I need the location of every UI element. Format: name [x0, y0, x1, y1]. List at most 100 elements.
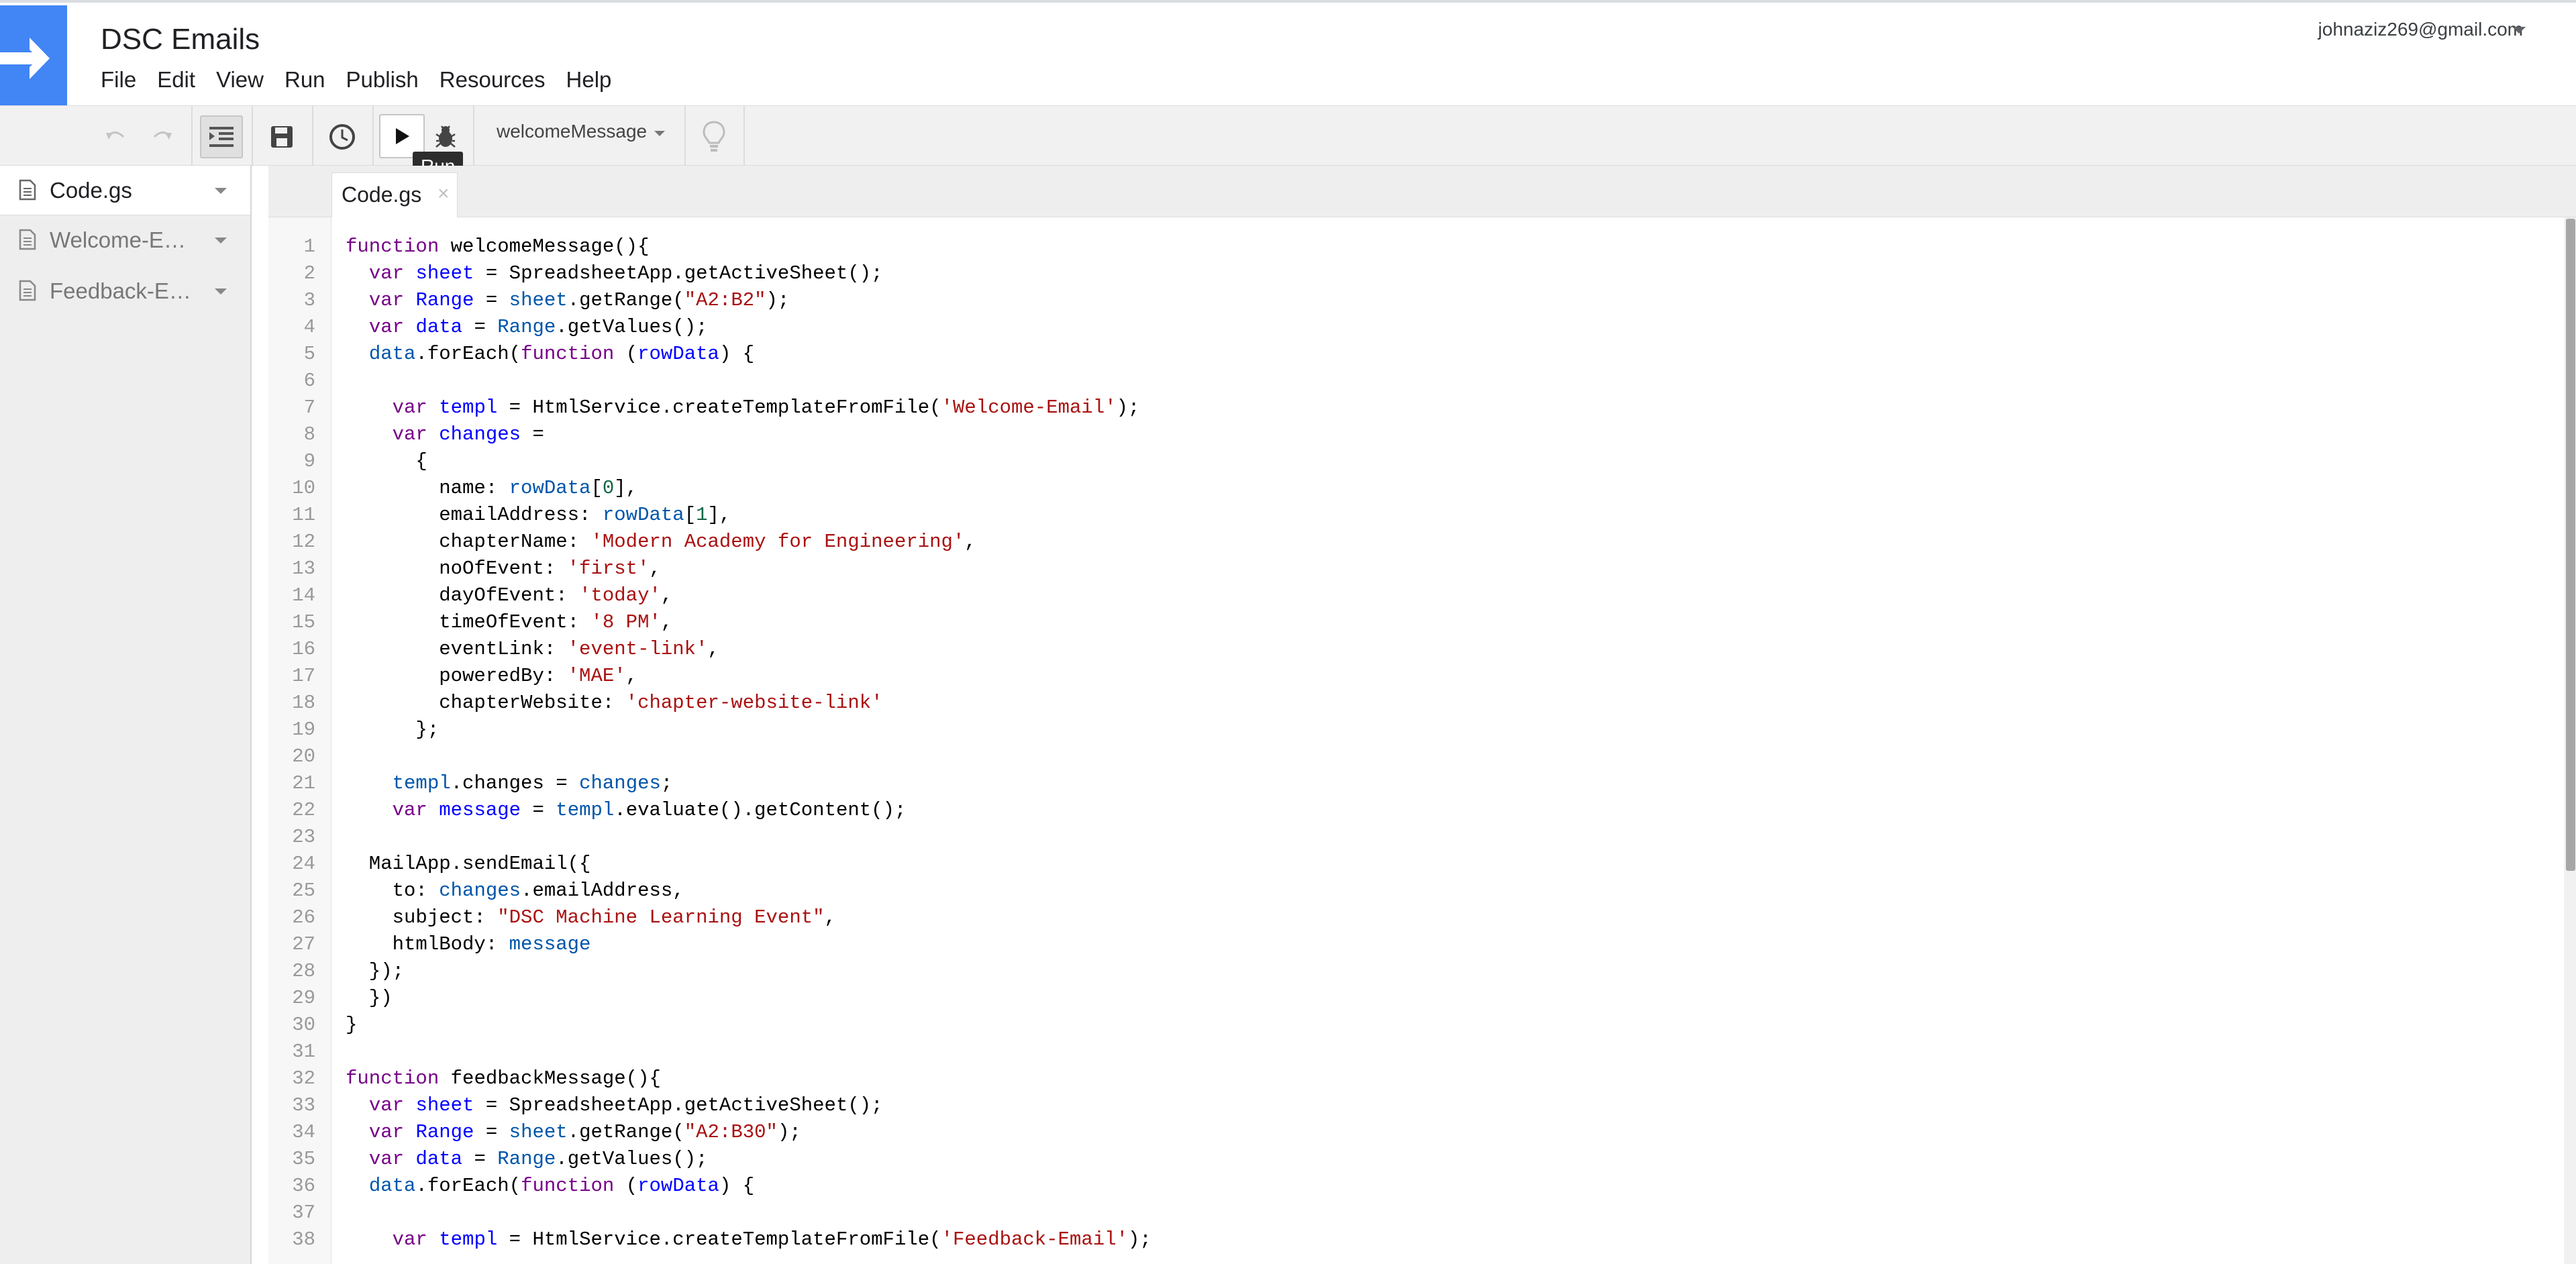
document-icon — [19, 179, 36, 201]
code-token: ); — [1128, 1228, 1151, 1251]
code-line[interactable]: dayOfEvent: 'today', — [346, 582, 672, 609]
code-line[interactable]: }); — [346, 958, 404, 985]
code-line[interactable]: var sheet = SpreadsheetApp.getActiveShee… — [346, 260, 883, 287]
chevron-down-icon[interactable] — [2512, 27, 2526, 34]
code-token: .getValues(); — [556, 316, 708, 338]
code-line[interactable]: to: changes.emailAddress, — [346, 878, 684, 904]
code-editor[interactable]: function welcomeMessage(){ var sheet = S… — [331, 217, 2563, 1264]
sidebar-file-code[interactable]: Code.gs — [0, 166, 250, 215]
apps-script-editor: DSC Emails File Edit View Run Publish Re… — [0, 0, 2576, 1264]
code-line[interactable]: var templ = HtmlService.createTemplateFr… — [346, 394, 1140, 421]
sidebar-file-feedback-email[interactable]: Feedback-E… — [0, 266, 250, 316]
code-token: name: — [346, 477, 509, 499]
triggers-button[interactable] — [321, 115, 364, 158]
line-number: 36 — [292, 1175, 315, 1197]
menu-help[interactable]: Help — [566, 67, 626, 97]
toolbar — [0, 105, 2576, 166]
code-token: Range — [415, 1121, 474, 1143]
line-number: 23 — [292, 826, 315, 848]
code-line[interactable]: emailAddress: rowData[1], — [346, 502, 731, 529]
chevron-down-icon[interactable] — [215, 288, 227, 295]
sidebar-file-welcome-email[interactable]: Welcome-Em… — [0, 215, 250, 265]
code-line[interactable]: }) — [346, 985, 393, 1012]
code-line[interactable]: poweredBy: 'MAE', — [346, 663, 637, 690]
menu-resources[interactable]: Resources — [440, 67, 560, 97]
line-number: 18 — [292, 692, 315, 714]
redo-button[interactable] — [141, 115, 184, 158]
code-line[interactable]: noOfEvent: 'first', — [346, 556, 661, 582]
tab-code-gs[interactable]: Code.gs × — [331, 172, 458, 217]
code-line[interactable]: name: rowData[0], — [346, 475, 637, 502]
code-token: , — [824, 906, 836, 929]
project-title[interactable]: DSC Emails — [101, 23, 260, 56]
chevron-down-icon[interactable] — [654, 131, 665, 136]
code-line[interactable]: var Range = sheet.getRange("A2:B30"); — [346, 1119, 801, 1146]
function-select[interactable]: welcomeMessage — [497, 121, 647, 142]
menu-file[interactable]: File — [101, 67, 150, 97]
code-line[interactable]: chapterName: 'Modern Academy for Enginee… — [346, 529, 976, 556]
scrollbar-thumb[interactable] — [2566, 219, 2575, 871]
code-token: ( — [614, 1175, 638, 1197]
code-token: = — [462, 1148, 498, 1170]
code-line[interactable]: timeOfEvent: '8 PM', — [346, 609, 672, 636]
chevron-down-icon[interactable] — [215, 188, 227, 194]
line-number: 27 — [292, 933, 315, 955]
code-token: data — [368, 1175, 416, 1197]
chevron-down-icon[interactable] — [215, 238, 227, 244]
close-icon[interactable]: × — [437, 182, 450, 205]
code-token: = — [521, 423, 544, 445]
menu-edit[interactable]: Edit — [157, 67, 209, 97]
code-line[interactable]: var data = Range.getValues(); — [346, 1146, 708, 1173]
code-line[interactable]: data.forEach(function (rowData) { — [346, 1173, 754, 1200]
menu-publish[interactable]: Publish — [346, 67, 433, 97]
menu-run[interactable]: Run — [285, 67, 340, 97]
code-line[interactable]: var sheet = SpreadsheetApp.getActiveShee… — [346, 1092, 883, 1119]
line-number: 6 — [303, 370, 315, 392]
line-number: 11 — [292, 504, 315, 526]
code-line[interactable]: { — [346, 448, 427, 475]
account-email[interactable]: johnaziz269@gmail.com — [2318, 19, 2523, 40]
code-line[interactable]: var data = Range.getValues(); — [346, 314, 708, 341]
code-line[interactable]: } — [346, 1012, 357, 1039]
code-token: .getRange( — [567, 1121, 684, 1143]
code-line[interactable]: data.forEach(function (rowData) { — [346, 341, 754, 368]
code-line[interactable]: MailApp.sendEmail({ — [346, 851, 591, 878]
line-number: 1 — [303, 235, 315, 258]
menu-view[interactable]: View — [216, 67, 278, 97]
apps-script-logo[interactable] — [0, 5, 67, 107]
indent-button[interactable] — [200, 115, 243, 158]
code-token: Range — [497, 1148, 556, 1170]
line-number: 17 — [292, 665, 315, 687]
execution-hint-button[interactable] — [692, 115, 735, 158]
code-token: }) — [346, 987, 393, 1009]
code-line[interactable]: templ.changes = changes; — [346, 770, 673, 797]
code-token: ], — [614, 477, 638, 499]
save-button[interactable] — [260, 115, 303, 158]
code-line[interactable]: function feedbackMessage(){ — [346, 1065, 661, 1092]
play-icon — [396, 128, 409, 144]
undo-button[interactable] — [94, 115, 137, 158]
code-line[interactable]: var changes = — [346, 421, 544, 448]
code-line[interactable]: chapterWebsite: 'chapter-website-link' — [346, 690, 882, 717]
code-token: = — [474, 289, 509, 311]
code-token: 'event-link' — [567, 638, 708, 660]
code-line[interactable]: var templ = HtmlService.createTemplateFr… — [346, 1226, 1151, 1253]
code-line[interactable]: var message = templ.evaluate().getConten… — [346, 797, 907, 824]
code-token: poweredBy: — [346, 665, 568, 687]
code-token: Range — [497, 316, 556, 338]
code-line[interactable]: eventLink: 'event-link', — [346, 636, 719, 663]
code-line[interactable]: subject: "DSC Machine Learning Event", — [346, 904, 836, 931]
code-token: to: — [346, 880, 440, 902]
code-token: dayOfEvent: — [346, 584, 580, 607]
code-token: , — [649, 558, 661, 580]
code-line[interactable]: var Range = sheet.getRange("A2:B2"); — [346, 287, 790, 314]
code-line[interactable]: htmlBody: message — [346, 931, 591, 958]
code-line[interactable]: }; — [346, 717, 439, 743]
code-token: timeOfEvent: — [346, 611, 591, 633]
code-line[interactable]: function welcomeMessage(){ — [346, 233, 650, 260]
